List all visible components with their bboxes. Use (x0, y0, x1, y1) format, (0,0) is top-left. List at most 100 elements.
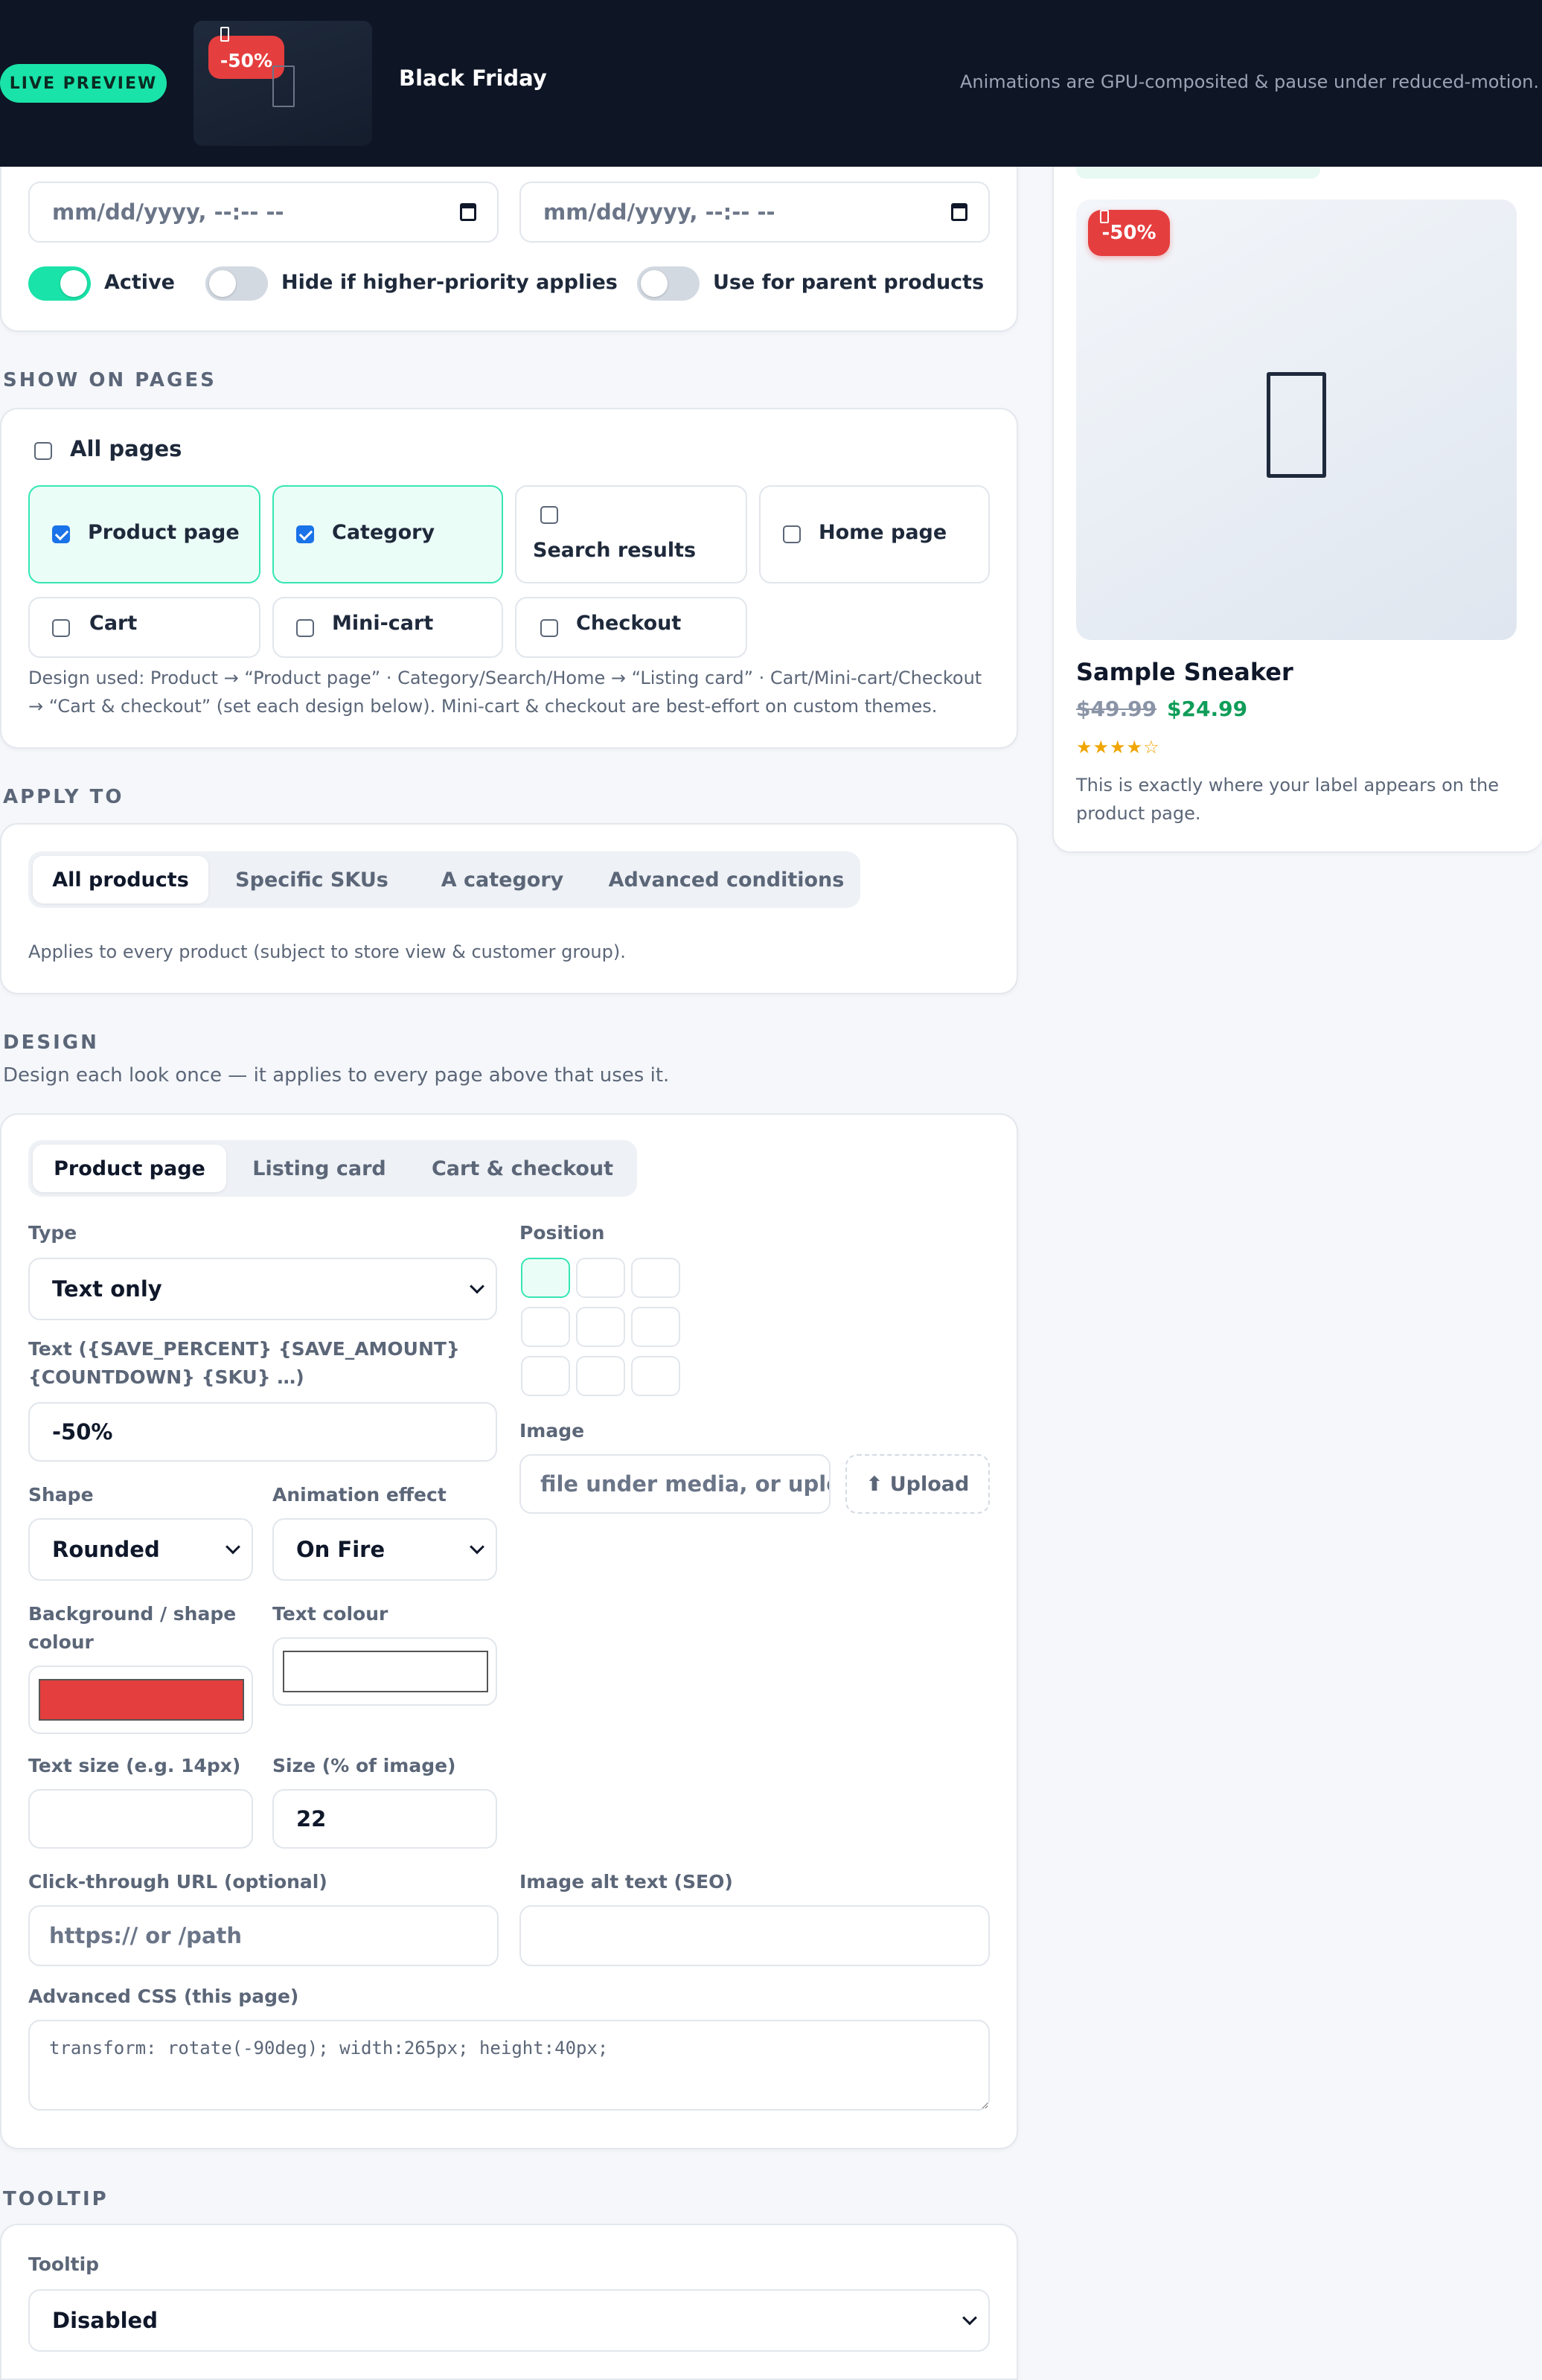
background-colour-label: Background / shape colour (28, 1603, 237, 1653)
image-alt-text-input[interactable] (519, 1905, 990, 1966)
search-results-label: Search results (533, 539, 697, 562)
click-through-url-placeholder: https:// or /path (49, 1923, 243, 1948)
start-date-input[interactable]: mm/dd/yyyy, --:-- -- (28, 182, 499, 243)
design-tabs: Product page Listing card Cart & checkou… (28, 1140, 637, 1197)
size-percent-value: 22 (296, 1806, 327, 1832)
preview-note: This is exactly where your label appears… (1076, 775, 1499, 824)
apply-to-card (0, 823, 1018, 994)
label-text-input[interactable]: -50% (28, 1402, 497, 1462)
page-option-mini-cart[interactable]: Mini-cart (272, 597, 503, 658)
page-option-checkout[interactable]: Checkout (515, 597, 747, 658)
upload-button[interactable]: ⬆ Upload (845, 1454, 990, 1514)
position-label: Position (519, 1222, 605, 1244)
text-colour-picker[interactable] (272, 1637, 497, 1706)
calendar-icon (951, 203, 967, 221)
background-colour-picker[interactable] (28, 1666, 253, 1734)
label-title: Black Friday (399, 65, 547, 91)
position-middle-right[interactable] (631, 1307, 680, 1347)
page-option-search-results[interactable]: Search results (515, 485, 747, 583)
home-page-label: Home page (819, 521, 947, 544)
home-page-checkbox[interactable] (783, 525, 801, 543)
show-on-pages-heading: SHOW ON PAGES (3, 369, 217, 391)
mini-cart-checkbox[interactable] (296, 619, 314, 637)
image-path-input[interactable]: file under media, or upload (519, 1454, 831, 1514)
cart-checkbox[interactable] (52, 619, 70, 637)
search-results-checkbox[interactable] (540, 506, 558, 524)
text-template-label: Text ({SAVE_PERCENT} {SAVE_AMOUNT} {COUN… (28, 1338, 460, 1388)
mini-cart-label: Mini-cart (332, 612, 434, 635)
preview-old-price: $49.99 (1076, 697, 1157, 721)
live-preview-bar: LIVE PREVIEW -50% Black Friday Animation… (0, 0, 1542, 167)
position-middle-center[interactable] (576, 1307, 625, 1347)
position-top-right[interactable] (631, 1258, 680, 1298)
advanced-css-textarea[interactable]: transform: rotate(-90deg); width:265px; … (28, 2020, 990, 2111)
size-percent-input[interactable]: 22 (272, 1789, 497, 1849)
end-date-input[interactable]: mm/dd/yyyy, --:-- -- (519, 182, 990, 243)
advanced-css-label: Advanced CSS (this page) (28, 1986, 299, 2007)
tab-listing-card[interactable]: Listing card (235, 1145, 403, 1192)
tooltip-heading: TOOLTIP (3, 2188, 109, 2210)
design-subheading: Design each look once — it applies to ev… (3, 1064, 670, 1087)
tab-cart-checkout[interactable]: Cart & checkout (412, 1145, 633, 1192)
tooltip-label: Tooltip (28, 2253, 100, 2275)
tab-product-page[interactable]: Product page (33, 1145, 226, 1192)
click-through-url-input[interactable]: https:// or /path (28, 1905, 499, 1966)
fire-icon (1100, 210, 1109, 223)
end-date-placeholder: mm/dd/yyyy, --:-- -- (543, 199, 775, 225)
animation-effect-select[interactable]: On Fire (272, 1518, 497, 1581)
tooltip-select[interactable]: Disabled (28, 2289, 990, 2352)
type-select[interactable]: Text only (28, 1258, 497, 1320)
shape-select[interactable]: Rounded (28, 1518, 253, 1581)
chevron-down-icon (225, 1539, 240, 1555)
position-top-center[interactable] (576, 1258, 625, 1298)
all-pages-checkbox[interactable] (34, 442, 52, 460)
page-option-category[interactable]: Category (272, 485, 503, 583)
position-bottom-center[interactable] (576, 1356, 625, 1396)
tab-all-products[interactable]: All products (33, 856, 208, 903)
position-bottom-left[interactable] (521, 1356, 570, 1396)
click-through-url-label: Click-through URL (optional) (28, 1871, 327, 1893)
start-date-placeholder: mm/dd/yyyy, --:-- -- (52, 199, 284, 225)
tab-specific-skus[interactable]: Specific SKUs (217, 856, 406, 903)
hide-if-higher-priority-toggle[interactable] (205, 266, 268, 301)
sneaker-icon (272, 65, 295, 107)
chevron-down-icon (470, 1279, 484, 1294)
position-top-left[interactable] (521, 1258, 570, 1298)
preview-product-name: Sample Sneaker (1076, 658, 1293, 686)
position-middle-left[interactable] (521, 1307, 570, 1347)
active-toggle[interactable] (28, 266, 91, 301)
tab-a-category[interactable]: A category (415, 856, 589, 903)
tooltip-value: Disabled (52, 2308, 158, 2333)
hide-if-higher-priority-label: Hide if higher-priority applies (281, 271, 618, 294)
use-for-parent-products-label: Use for parent products (713, 271, 985, 294)
checkout-label: Checkout (576, 612, 682, 635)
active-toggle-label: Active (104, 271, 175, 294)
image-path-placeholder: file under media, or upload (540, 1471, 829, 1497)
apply-to-tabs: All products Specific SKUs A category Ad… (28, 851, 860, 908)
fire-icon (220, 27, 229, 42)
apply-to-help: Applies to every product (subject to sto… (28, 941, 626, 962)
tab-advanced-conditions[interactable]: Advanced conditions (598, 856, 854, 903)
category-checkbox[interactable] (296, 525, 314, 543)
text-colour-swatch (283, 1651, 488, 1692)
live-preview-pill: LIVE PREVIEW (0, 64, 167, 103)
chevron-down-icon (962, 2310, 977, 2326)
product-page-checkbox[interactable] (52, 525, 70, 543)
preview-card-top-accent (1076, 167, 1320, 179)
image-label: Image (519, 1420, 585, 1442)
product-page-label: Product page (88, 521, 240, 544)
background-colour-swatch (39, 1679, 244, 1721)
position-bottom-right[interactable] (631, 1356, 680, 1396)
page-option-product-page[interactable]: Product page (28, 485, 260, 583)
use-for-parent-products-toggle[interactable] (637, 266, 700, 301)
image-alt-text-label: Image alt text (SEO) (519, 1871, 733, 1893)
page-option-cart[interactable]: Cart (28, 597, 260, 658)
checkout-checkbox[interactable] (540, 619, 558, 637)
all-pages-label: All pages (70, 436, 182, 461)
calendar-icon (460, 203, 476, 221)
page-option-home-page[interactable]: Home page (759, 485, 990, 583)
animation-effect-value: On Fire (296, 1537, 386, 1562)
chevron-down-icon (470, 1539, 484, 1555)
text-colour-label: Text colour (272, 1603, 388, 1625)
text-size-input[interactable] (28, 1789, 253, 1849)
